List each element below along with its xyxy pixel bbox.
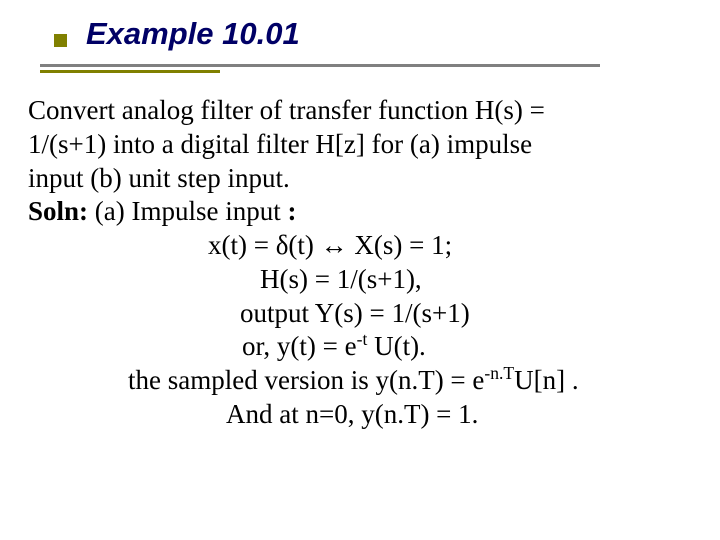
body-line-2: 1/(s+1) into a digital filter H[z] for (… [28,128,696,162]
title-block: Example 10.01 [40,8,680,70]
body-line-9-sup: -n.T [484,363,514,383]
body-line-1: Convert analog filter of transfer functi… [28,94,696,128]
title-bullet-icon [54,34,67,47]
slide-body: Convert analog filter of transfer functi… [28,94,696,432]
body-line-3: input (b) unit step input. [28,162,696,196]
body-line-4: Soln: (a) Impulse input : [28,195,696,229]
body-line-8-sup: -t [357,329,368,349]
body-line-4-colon: : [288,196,297,226]
body-line-8b: U(t). [367,331,425,361]
body-line-8: or, y(t) = e-t U(t). [28,330,696,364]
body-line-5: x(t) = δ(t) ↔ X(s) = 1; [28,229,696,263]
title-underline-olive [40,70,220,73]
body-line-9a: the sampled version is y(n.T) = e [128,365,484,395]
body-line-7: output Y(s) = 1/(s+1) [28,297,696,331]
body-line-6: H(s) = 1/(s+1), [28,263,696,297]
soln-label: Soln: [28,196,88,226]
body-line-10: And at n=0, y(n.T) = 1. [28,398,696,432]
body-line-4-mid: (a) Impulse input [88,196,287,226]
slide: Example 10.01 Convert analog filter of t… [0,0,720,540]
body-line-8a: or, y(t) = e [242,331,357,361]
title-underline-gray [40,64,600,67]
slide-title: Example 10.01 [86,16,300,52]
body-line-9: the sampled version is y(n.T) = e-n.TU[n… [28,364,696,398]
body-line-9b: U[n] . [514,365,578,395]
